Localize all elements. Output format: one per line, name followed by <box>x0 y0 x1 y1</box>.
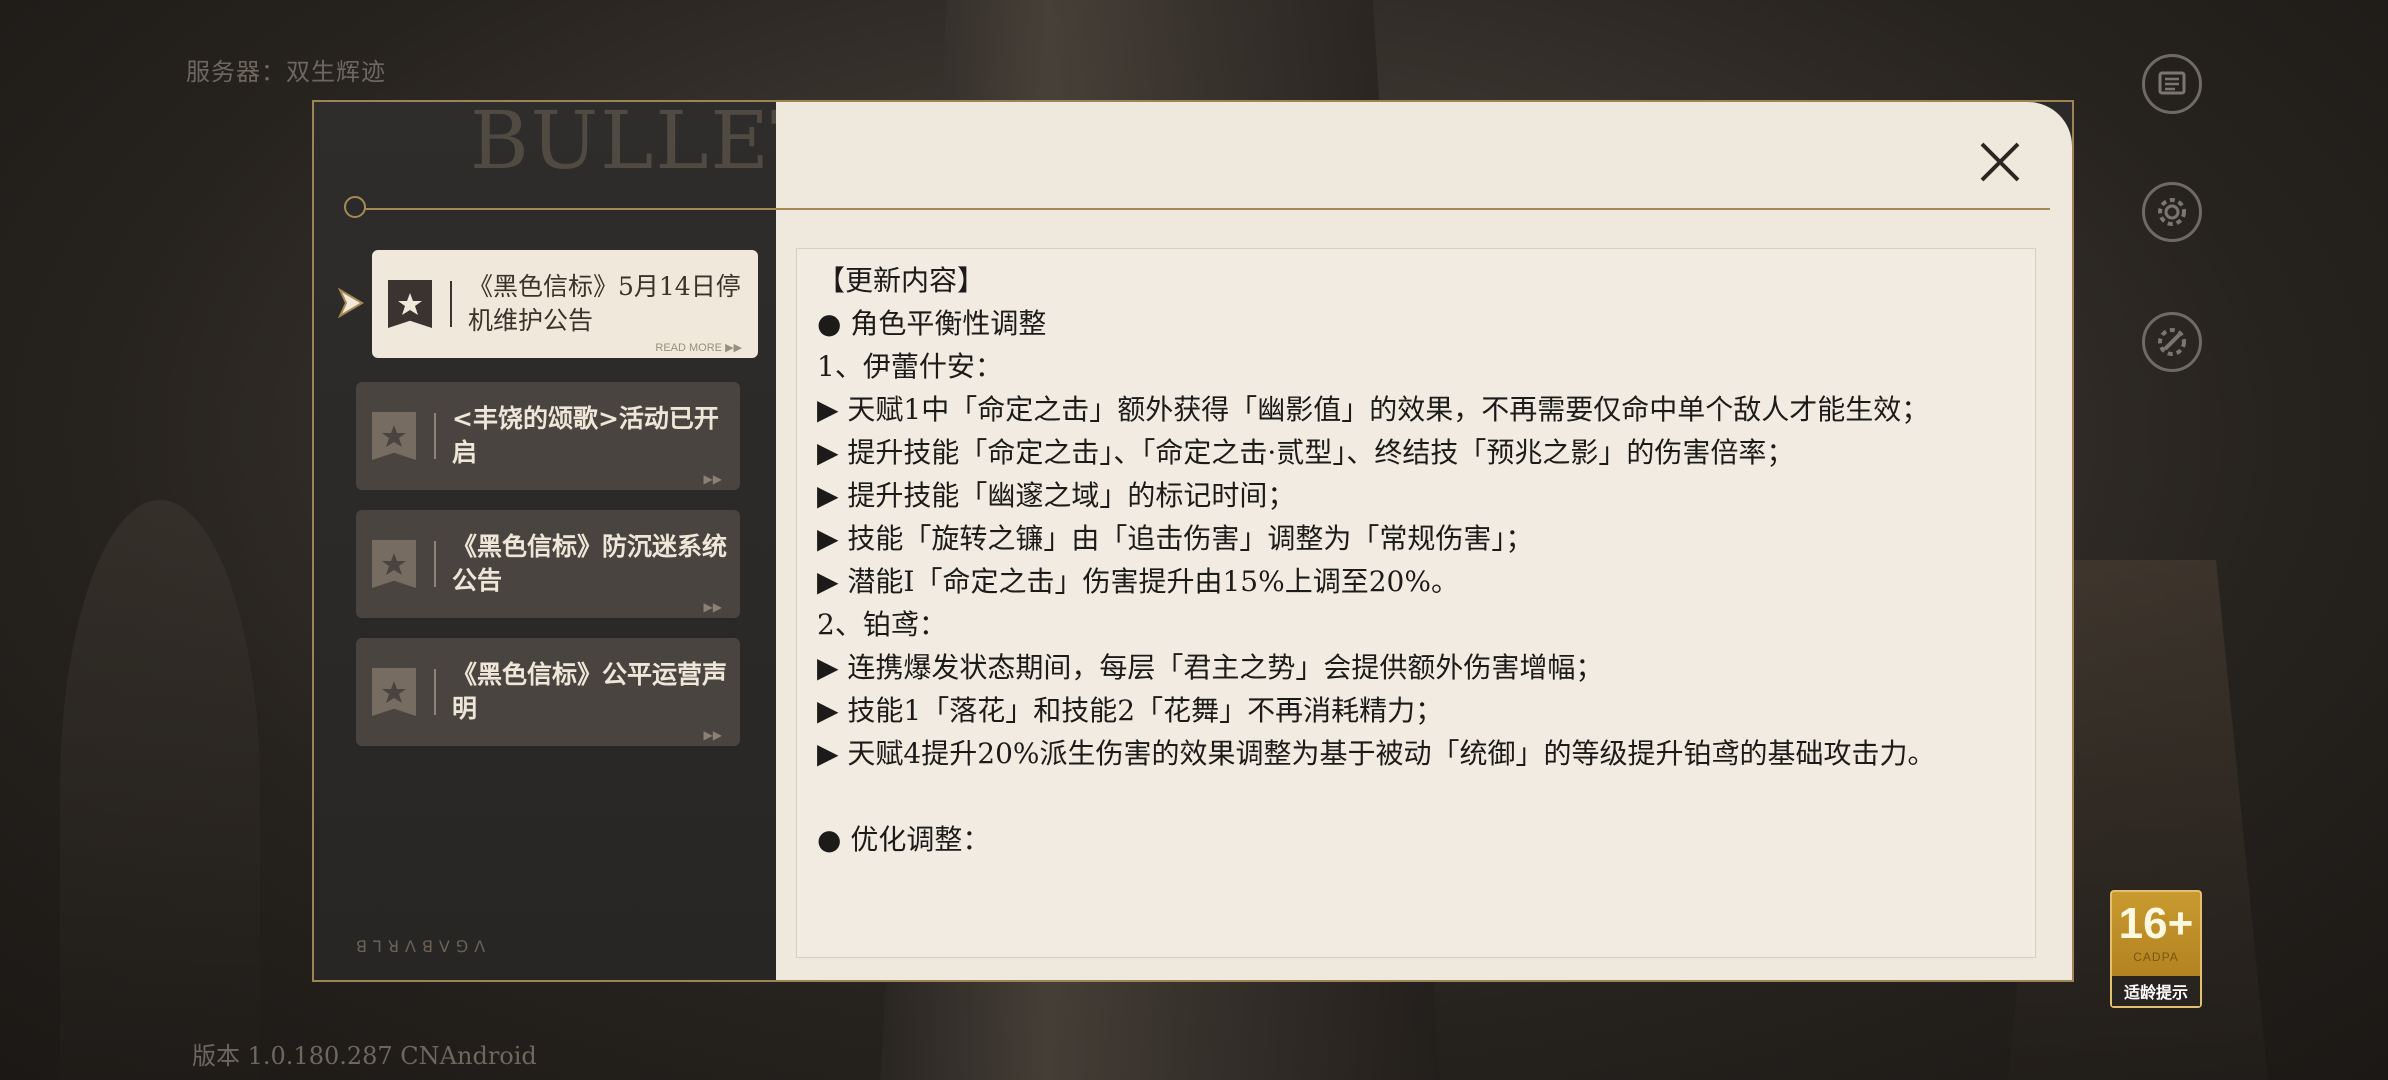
notice-label: 《黑色信标》5月14日停机维护公告 <box>468 272 741 335</box>
content-line: ▶ 连携爆发状态期间，每层「君主之势」会提供额外伤害增幅； <box>817 651 1604 684</box>
server-label: 服务器：双生辉迹 <box>186 58 386 86</box>
notice-separator <box>434 541 436 587</box>
notice-label: 《黑色信标》公平运营声明 <box>452 660 728 723</box>
bulletin-watermark: BULLET <box>470 94 827 187</box>
content-line: ▶ 技能「旋转之镰」由「追击伤害」调整为「常规伤害」； <box>817 522 1534 555</box>
age-rating-tip: 适龄提示 <box>2112 976 2200 1006</box>
divider-line <box>356 208 2050 210</box>
notice-item-fair-operation[interactable]: 《黑色信标》公平运营声明 ▶▶ <box>356 638 740 746</box>
content-line: ▶ 天赋1中「命定之击」额外获得「幽影值」的效果，不再需要仅命中单个敌人才能生效… <box>817 393 1930 426</box>
content-line: ● 角色平衡性调整 <box>817 307 1047 340</box>
notice-separator <box>434 413 436 459</box>
age-rating-org: CADPA <box>2133 950 2179 964</box>
star-bookmark-icon <box>372 412 416 460</box>
notice-item-anti-addiction[interactable]: 《黑色信标》防沉迷系统公告 ▶▶ <box>356 510 740 618</box>
age-rating-value: 16+ <box>2118 899 2194 948</box>
notice-item-maintenance[interactable]: 《黑色信标》5月14日停机维护公告 READ MORE ▶▶ <box>372 250 758 358</box>
divider-ornament <box>344 196 366 218</box>
more-arrows: ▶▶ <box>703 728 722 742</box>
tools-icon <box>2158 328 2186 356</box>
tools-button[interactable] <box>2142 312 2202 372</box>
close-icon <box>1980 142 2020 182</box>
read-more-label: READ MORE ▶▶ <box>655 342 742 354</box>
version-label: 版本 1.0.180.287 CNAndroid <box>192 1042 537 1070</box>
notice-item-event[interactable]: <丰饶的颂歌>活动已开启 ▶▶ <box>356 382 740 490</box>
content-line: ● 优化调整： <box>817 823 991 856</box>
content-line: ▶ 潜能I「命定之击」伤害提升由15%上调至20%。 <box>817 565 1459 598</box>
announcement-modal: BULLET ꓭꓶꓤꓥꓭꓦꓨꓥ 《黑色信标》5月14日停机维护公告 READ M… <box>312 94 2074 982</box>
selected-pointer-icon <box>338 288 364 318</box>
content-line: 【更新内容】 <box>817 264 986 297</box>
notice-label: <丰饶的颂歌>活动已开启 <box>452 404 719 467</box>
content-line: ▶ 天赋4提升20%派生伤害的效果调整为基于被动「统御」的等级提升铂鸢的基础攻击… <box>817 737 1936 770</box>
star-bookmark-icon <box>372 540 416 588</box>
more-arrows: ▶▶ <box>703 600 722 614</box>
more-arrows: ▶▶ <box>703 472 722 486</box>
content-line: 1、伊蕾什安： <box>817 350 1003 383</box>
notice-separator <box>450 281 452 327</box>
notice-icon <box>2158 71 2186 95</box>
decorative-glyphs: ꓭꓶꓤꓥꓭꓦꓨꓥ <box>356 937 492 956</box>
content-line: ▶ 提升技能「幽邃之域」的标记时间； <box>817 479 1296 512</box>
star-bookmark-icon <box>372 668 416 716</box>
star-bookmark-icon <box>388 280 432 328</box>
notice-separator <box>434 669 436 715</box>
gear-icon <box>2158 198 2186 226</box>
notice-label: 《黑色信标》防沉迷系统公告 <box>452 532 728 595</box>
notice-content-scroll[interactable]: 【更新内容】 ● 角色平衡性调整 1、伊蕾什安： ▶ 天赋1中「命定之击」额外获得「幽… <box>796 248 2036 958</box>
notice-content-text: 【更新内容】 ● 角色平衡性调整 1、伊蕾什安： ▶ 天赋1中「命定之击」额外获得「幽… <box>797 249 2035 861</box>
settings-button[interactable] <box>2142 182 2202 242</box>
age-rating-badge[interactable]: 16+ CADPA 适龄提示 <box>2110 890 2202 1008</box>
content-line: ▶ 提升技能「命定之击」、「命定之击·贰型」、终结技「预兆之影」的伤害倍率； <box>817 436 1795 469</box>
background-tower-left <box>60 500 260 1080</box>
content-line <box>817 775 2015 818</box>
content-line: ▶ 技能1「落花」和技能2「花舞」不再消耗精力； <box>817 694 1444 727</box>
content-line: 2、铂鸢： <box>817 608 947 641</box>
content-fade <box>797 887 2035 957</box>
notice-button[interactable] <box>2142 54 2202 114</box>
close-button[interactable] <box>1972 134 2028 190</box>
